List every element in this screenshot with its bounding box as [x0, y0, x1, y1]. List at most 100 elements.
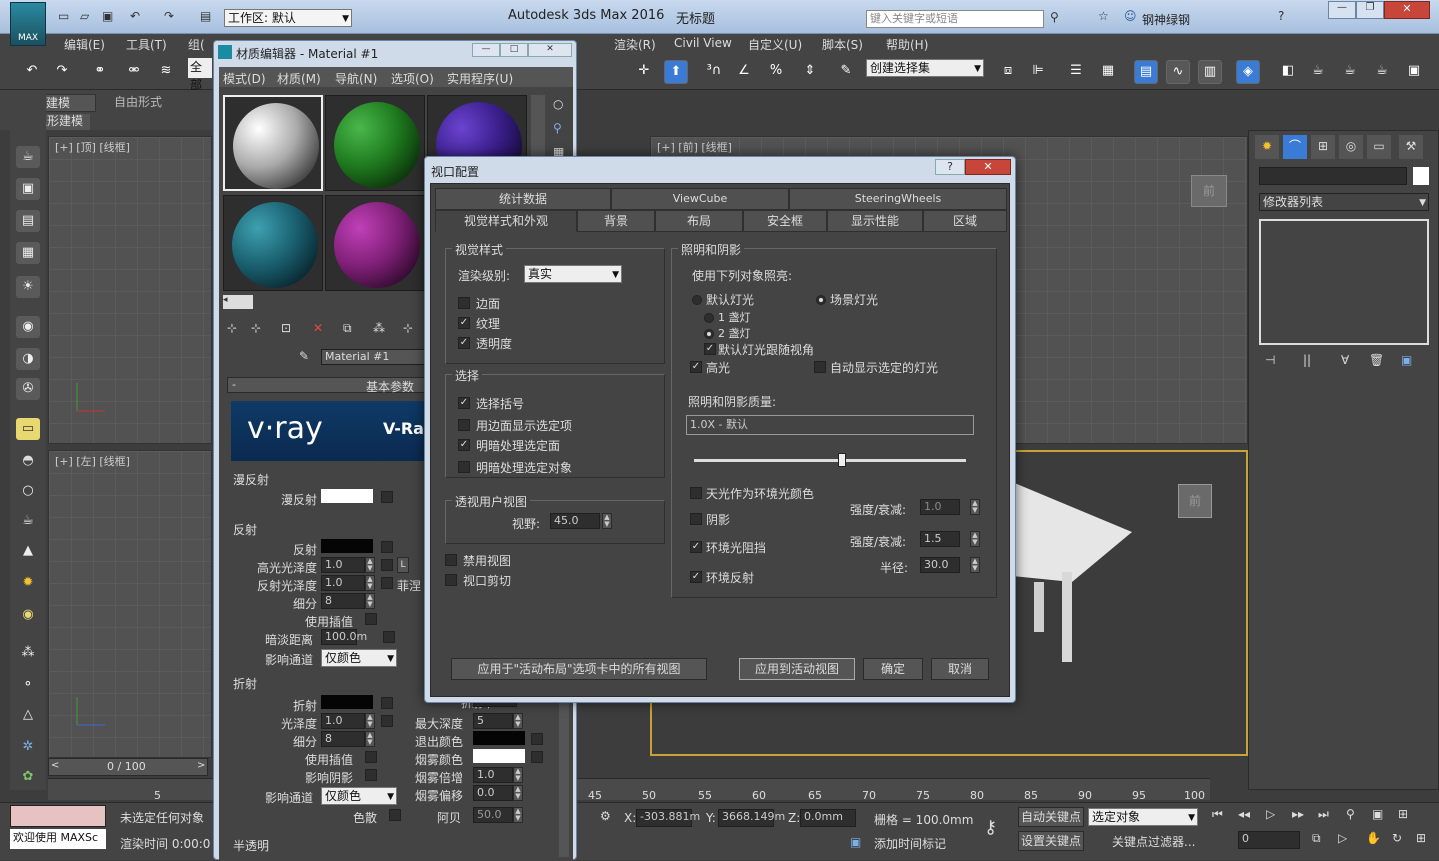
undo-icon[interactable]: ↶	[130, 9, 140, 23]
fov-icon[interactable]: ▷	[1338, 831, 1347, 845]
menu-options[interactable]: 选项(O)	[391, 70, 434, 87]
triangle-icon[interactable]: △	[16, 704, 40, 726]
dim-dist-field[interactable]: 100.0m	[321, 629, 367, 645]
help-icon[interactable]: ?	[1278, 9, 1284, 23]
user-name[interactable]: 钢神绿钢	[1142, 11, 1190, 28]
scene-explorer-icon[interactable]: ▤	[1134, 60, 1158, 84]
render-iterative-icon[interactable]: ▣	[1402, 60, 1426, 84]
grass-icon[interactable]: ✿	[16, 766, 40, 788]
zoom-icon[interactable]: ⚲	[1346, 807, 1355, 821]
intensity-field-1[interactable]: 1.0	[920, 499, 960, 515]
current-frame-field[interactable]: 0	[1238, 831, 1300, 849]
copy-material-icon[interactable]: ⧉	[343, 321, 352, 336]
grid-icon[interactable]: ▦	[16, 242, 40, 264]
refr-subdivs-spinner[interactable]: ▲ ▼	[365, 731, 375, 747]
fog-bias-spinner[interactable]: ▲ ▼	[513, 785, 523, 801]
rotate-active-icon[interactable]: ⬆	[664, 60, 688, 84]
sphere-half-icon[interactable]: ◑	[16, 348, 40, 370]
reflect-color-swatch[interactable]	[321, 539, 373, 553]
time-config-icon[interactable]: ⧉	[1312, 831, 1321, 846]
time-slider[interactable]: < 0 / 100 >	[48, 758, 208, 776]
menu-rendering[interactable]: 渲染(R)	[614, 36, 656, 53]
edit-named-selections-icon[interactable]: ✎	[834, 60, 858, 84]
abbe-spinner[interactable]: ▲ ▼	[513, 807, 523, 823]
prev-frame-icon[interactable]: ◂◂	[1238, 807, 1250, 821]
material-editor-icon[interactable]: ◧	[1276, 60, 1300, 84]
search-input[interactable]: 键入关键字或短语	[866, 10, 1044, 28]
star-icon[interactable]: ☆	[1098, 9, 1109, 23]
intensity-spinner-2[interactable]: ▲ ▼	[970, 531, 980, 547]
viewport-label[interactable]: [+] [前] [线框]	[657, 139, 732, 155]
ok-button[interactable]: 确定	[863, 658, 923, 680]
gloss-map-button[interactable]	[381, 715, 393, 727]
go-to-end-icon[interactable]: ⏭	[1318, 807, 1329, 822]
render-setup-icon[interactable]: ☕	[1306, 60, 1330, 84]
menu-modes[interactable]: 模式(D)	[223, 70, 266, 87]
redo-icon[interactable]: ↷	[164, 9, 174, 23]
eyedropper-icon[interactable]: ✎	[299, 349, 309, 363]
app-logo[interactable]: MAX	[10, 2, 46, 46]
one-light-radio[interactable]	[704, 313, 714, 323]
undo-icon[interactable]: ↶	[20, 60, 44, 84]
fog-mult-field[interactable]: 1.0	[473, 767, 513, 783]
quality-field[interactable]: 1.0X - 默认	[686, 415, 974, 435]
fog-color-map-button[interactable]	[531, 751, 543, 763]
pin-stack-icon[interactable]: ⊣	[1265, 353, 1275, 367]
tab-statistics[interactable]: 统计数据	[435, 188, 611, 210]
y-coord-field[interactable]: 3668.149m	[718, 809, 785, 827]
spinner-snap-icon[interactable]: ⇕	[798, 60, 822, 84]
gear-icon[interactable]: ✲	[16, 736, 40, 758]
render-production-icon[interactable]: ☕	[1370, 60, 1394, 84]
reflect-map-button[interactable]	[381, 541, 393, 553]
sample-type-icon[interactable]: ○	[553, 97, 563, 111]
two-lights-radio[interactable]	[704, 329, 714, 339]
mat-close-button[interactable]: ✕	[528, 43, 572, 57]
textures-checkbox[interactable]: ✓	[458, 317, 470, 329]
percent-snap-icon[interactable]: %	[764, 60, 788, 84]
refr-use-interp-check[interactable]	[365, 751, 377, 763]
material-slot[interactable]	[223, 195, 323, 291]
render-level-select[interactable]: 真实 ▼	[524, 265, 622, 283]
add-time-tag[interactable]: 添加时间标记	[874, 835, 946, 852]
object-name-field[interactable]	[1259, 167, 1407, 185]
teapot-small-icon[interactable]: ☕	[16, 510, 40, 532]
refract-map-button[interactable]	[381, 697, 393, 709]
dialog-help-button[interactable]: ?	[935, 159, 965, 175]
camera-icon[interactable]: ◉	[16, 316, 40, 338]
affect-shadows-check[interactable]	[365, 769, 377, 781]
ribbon-toggle-icon[interactable]: ▦	[1096, 60, 1120, 84]
align-icon[interactable]: ⊫	[1026, 60, 1050, 84]
refr-subdivs-field[interactable]: 8	[321, 731, 365, 747]
hemisphere-icon[interactable]: ◓	[16, 450, 40, 472]
unlink-icon[interactable]: ⚮	[122, 60, 146, 84]
fog-bias-field[interactable]: 0.0	[473, 785, 513, 801]
material-slot[interactable]	[325, 195, 425, 291]
render-frame-icon[interactable]: ☕	[1338, 60, 1362, 84]
scene-lights-radio[interactable]	[816, 295, 826, 305]
subdivs-spinner[interactable]: ▲ ▼	[365, 593, 375, 609]
angle-snap-icon[interactable]: ∠	[732, 60, 756, 84]
use-interp-check[interactable]	[365, 613, 377, 625]
tab-steeringwheels[interactable]: SteeringWheels	[789, 188, 1007, 210]
hilight-gloss-field[interactable]: 1.0	[321, 557, 365, 573]
max-depth-field[interactable]: 5	[473, 713, 513, 729]
fov-field[interactable]: 45.0	[550, 513, 600, 529]
modifier-stack[interactable]	[1259, 219, 1429, 345]
maximize-button[interactable]: ❐	[1356, 1, 1384, 19]
minimize-button[interactable]: —	[1328, 1, 1356, 19]
slider-thumb[interactable]	[838, 453, 846, 467]
affect-channels-select[interactable]: 仅颜色 ▼	[321, 649, 397, 667]
fog-color-swatch[interactable]	[473, 749, 525, 763]
diffuse-color-swatch[interactable]	[321, 489, 373, 503]
bind-space-warp-icon[interactable]: ≋	[154, 60, 178, 84]
open-file-icon[interactable]: ▱	[80, 9, 89, 23]
intensity-spinner-1[interactable]: ▲ ▼	[970, 499, 980, 515]
auto-show-checkbox[interactable]	[814, 361, 826, 373]
make-unique-icon[interactable]: ⁂	[373, 321, 385, 335]
default-lights-radio[interactable]	[692, 295, 702, 305]
tab-viewcube[interactable]: ViewCube	[611, 188, 789, 210]
menu-utilities[interactable]: 实用程序(U)	[447, 70, 513, 87]
highlights-checkbox[interactable]: ✓	[690, 361, 702, 373]
molecule-icon[interactable]: ⚬	[16, 674, 40, 696]
menu-edit[interactable]: 编辑(E)	[64, 36, 105, 53]
